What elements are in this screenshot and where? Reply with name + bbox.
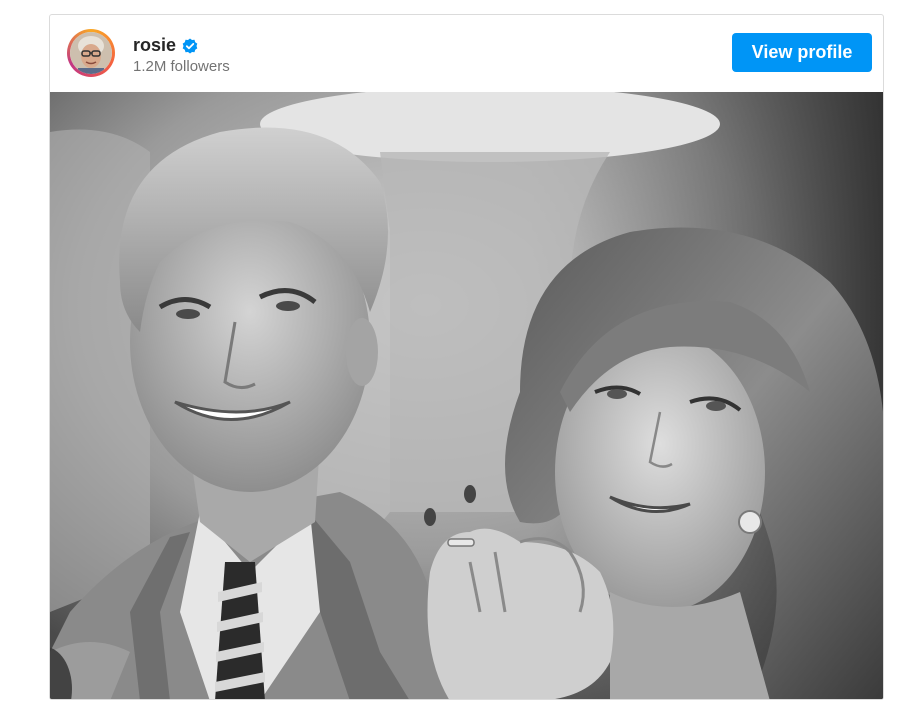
post-photo xyxy=(50,92,883,699)
instagram-embed-card: rosie 1.2M followers View profile xyxy=(49,14,884,700)
avatar-image xyxy=(70,32,112,74)
post-header: rosie 1.2M followers View profile xyxy=(50,15,883,92)
username-row: rosie xyxy=(133,35,198,56)
follower-count: 1.2M followers xyxy=(133,58,230,75)
verified-badge-icon xyxy=(182,38,198,54)
view-profile-button[interactable]: View profile xyxy=(732,33,872,72)
profile-avatar[interactable] xyxy=(67,29,115,77)
post-media[interactable] xyxy=(50,92,883,699)
username-link[interactable]: rosie xyxy=(133,35,176,56)
